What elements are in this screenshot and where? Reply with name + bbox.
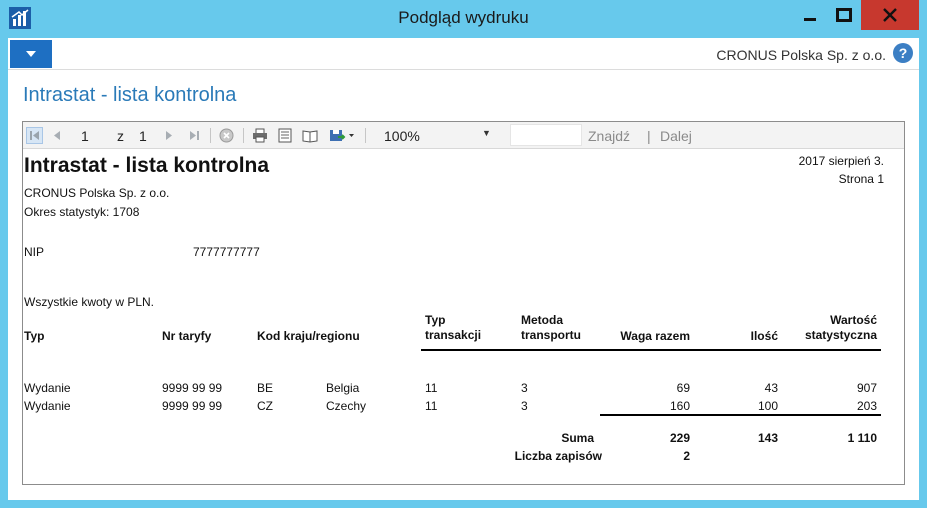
column-header-line: Wartość	[830, 313, 877, 327]
column-header-line: Typ	[425, 313, 446, 327]
last-page-button[interactable]	[187, 127, 201, 144]
cell-wartosc: 203	[856, 399, 877, 413]
total-ilosc: 143	[757, 431, 778, 445]
ribbon-bar: CRONUS Polska Sp. z o.o. ?	[8, 38, 919, 70]
page-layout-icon	[278, 128, 292, 143]
totals-label: Suma	[561, 431, 594, 445]
title-bar: Podgląd wydruku	[0, 0, 927, 38]
previous-page-button[interactable]	[50, 127, 64, 144]
cell-kod: BE	[257, 381, 274, 395]
next-page-button[interactable]	[163, 127, 175, 144]
print-button[interactable]	[251, 127, 269, 144]
page-setup-button[interactable]	[301, 127, 319, 144]
column-header-typ: Typ	[24, 329, 45, 343]
first-page-button[interactable]	[26, 127, 43, 144]
page-of-label: z	[117, 128, 124, 144]
cell-transport: 3	[521, 381, 528, 395]
print-preview-window: Podgląd wydruku CRONUS Polska Sp. z o.o.…	[0, 0, 927, 508]
nip-label: NIP	[24, 245, 45, 259]
find-button[interactable]: Znajdź	[588, 128, 630, 144]
cell-wartosc: 907	[856, 381, 877, 395]
window-title: Podgląd wydruku	[398, 8, 529, 27]
zoom-dropdown-icon[interactable]: ▼	[482, 128, 491, 138]
cell-ilosc: 43	[764, 381, 778, 395]
last-page-icon	[189, 131, 199, 140]
client-area: CRONUS Polska Sp. z o.o. ? Intrastat - l…	[8, 38, 919, 500]
stop-icon	[219, 128, 234, 143]
cell-nr-taryfy: 9999 99 99	[162, 399, 223, 413]
cell-typ: Wydanie	[24, 399, 71, 413]
minimize-icon	[804, 18, 816, 21]
previous-page-icon	[54, 131, 60, 140]
zoom-select[interactable]: 100%	[384, 128, 420, 144]
header-rule	[421, 349, 881, 351]
nip-value: 7777777777	[193, 245, 260, 259]
report-company: CRONUS Polska Sp. z o.o.	[24, 186, 170, 200]
page-setup-icon	[302, 129, 318, 143]
application-menu-button[interactable]	[10, 40, 52, 68]
report-page-number: Strona 1	[838, 172, 884, 186]
column-header-wartosc: Wartość statystyczna	[805, 313, 877, 343]
maximize-button[interactable]	[827, 0, 861, 30]
close-button[interactable]	[861, 0, 919, 30]
cell-kod: CZ	[257, 399, 273, 413]
record-count: 2	[683, 449, 690, 463]
column-header-line: transakcji	[425, 328, 482, 342]
export-icon	[330, 130, 354, 141]
record-count-label: Liczba zapisów	[514, 449, 602, 463]
page-layout-button[interactable]	[276, 127, 294, 144]
report-toolbar: 1 z 1 100% ▼ Znajdź | Dalej	[23, 122, 904, 149]
stop-button[interactable]	[218, 127, 235, 144]
toolbar-separator	[365, 128, 366, 143]
minimize-button[interactable]	[793, 0, 827, 30]
next-button[interactable]: Dalej	[660, 128, 692, 144]
cell-nr-taryfy: 9999 99 99	[162, 381, 223, 395]
totals-rule	[600, 414, 881, 416]
first-page-icon	[30, 131, 39, 140]
next-page-icon	[166, 131, 172, 140]
maximize-icon	[836, 8, 852, 22]
cell-transport: 3	[521, 399, 528, 413]
print-icon	[253, 128, 267, 143]
column-header-line: transportu	[521, 328, 581, 342]
column-header-ilosc: Ilość	[750, 329, 778, 343]
report-period: Okres statystyk: 1708	[24, 205, 140, 219]
help-icon[interactable]: ?	[893, 43, 913, 63]
cell-kraj: Belgia	[326, 381, 360, 395]
total-wartosc: 1 110	[847, 431, 877, 445]
company-name: CRONUS Polska Sp. z o.o.	[716, 47, 886, 63]
cell-transakcja: 11	[425, 381, 438, 395]
page-title: Intrastat - lista kontrolna	[23, 84, 237, 106]
toolbar-separator	[210, 128, 211, 143]
currency-note: Wszystkie kwoty w PLN.	[24, 295, 155, 309]
cell-ilosc: 100	[757, 399, 778, 413]
export-button[interactable]	[327, 127, 357, 144]
report-viewer: 1 z 1 100% ▼ Znajdź | Dalej Intrastat - …	[22, 121, 905, 485]
report-title: Intrastat - lista kontrolna	[24, 154, 270, 177]
column-header-line: statystyczna	[804, 328, 877, 342]
column-header-nr-taryfy: Nr taryfy	[162, 329, 212, 343]
cell-kraj: Czechy	[326, 399, 367, 413]
total-waga: 229	[669, 431, 690, 445]
column-header-metoda-transportu: Metoda transportu	[521, 313, 581, 343]
cell-transakcja: 11	[425, 399, 438, 413]
column-header-line: Metoda	[521, 313, 563, 327]
column-header-typ-transakcji: Typ transakcji	[425, 313, 481, 343]
dropdown-menu-icon	[26, 51, 36, 57]
total-pages: 1	[139, 128, 147, 144]
find-separator: |	[647, 128, 651, 144]
column-header-kod-kraju: Kod kraju/regionu	[257, 329, 360, 343]
cell-typ: Wydanie	[24, 381, 71, 395]
column-header-waga: Waga razem	[620, 329, 690, 343]
report-date: 2017 sierpień 3.	[798, 154, 884, 168]
close-icon	[883, 8, 897, 22]
cell-waga: 69	[676, 381, 690, 395]
current-page-input[interactable]: 1	[81, 128, 89, 144]
toolbar-separator	[243, 128, 244, 143]
cell-waga: 160	[669, 399, 690, 413]
find-input[interactable]	[510, 124, 582, 146]
report-page: Intrastat - lista kontrolna 2017 sierpie…	[23, 150, 904, 484]
